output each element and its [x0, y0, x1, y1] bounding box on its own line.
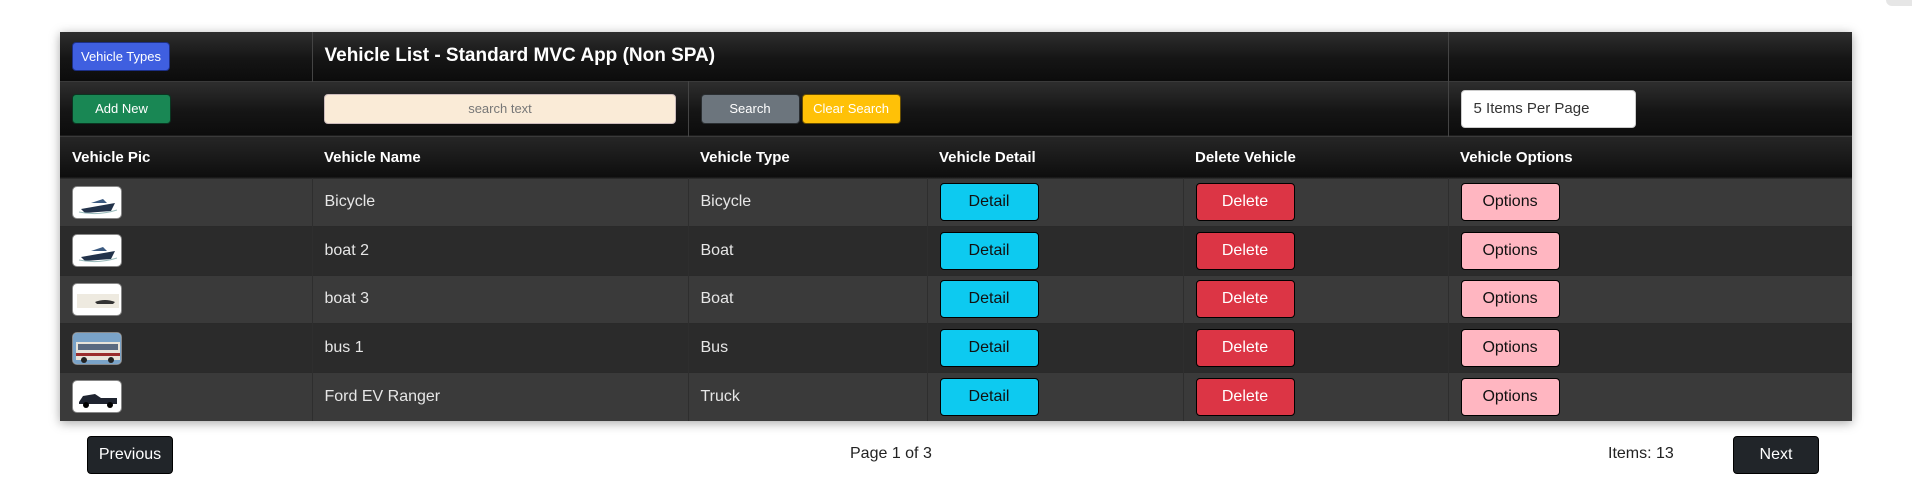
table-row: boat 2 Boat Detail Delete Options	[60, 226, 1853, 276]
bus-thumbnail[interactable]	[72, 331, 122, 365]
page-title: Vehicle List - Standard MVC App (Non SPA…	[324, 45, 716, 67]
options-button[interactable]: Options	[1460, 280, 1560, 319]
vehicle-table: Vehicle Types Vehicle List - Standard MV…	[60, 32, 1853, 421]
column-header-vehicle-detail: Vehicle Detail	[927, 135, 1183, 178]
options-button[interactable]: Options	[1460, 183, 1560, 222]
vehicle-name-cell: boat 3	[312, 274, 689, 324]
options-button[interactable]: Options	[1460, 377, 1560, 416]
toolbar: Add New SearchClear Search 5 Items Per P…	[60, 80, 1853, 136]
detail-button[interactable]: Detail	[939, 377, 1039, 416]
boat-thumbnail[interactable]	[72, 185, 122, 219]
vehicle-name-cell: Ford EV Ranger	[312, 371, 689, 421]
pagination-bar: Previous Page 1 of 3 Items: 13 Next	[0, 436, 1912, 476]
detail-button[interactable]: Detail	[939, 183, 1039, 222]
items-per-page-select[interactable]: 5 Items Per Page	[1460, 89, 1636, 128]
vehicle-type-cell: Boat	[688, 226, 928, 276]
vehicle-list-panel: Vehicle Types Vehicle List - Standard MV…	[60, 32, 1853, 421]
search-input[interactable]	[324, 93, 676, 124]
vehicle-type-cell: Bus	[688, 323, 928, 373]
table-row: Bicycle Bicycle Detail Delete Options	[60, 177, 1853, 227]
truck-thumbnail[interactable]	[72, 380, 122, 414]
column-header-vehicle-type: Vehicle Type	[688, 135, 927, 178]
detail-button[interactable]: Detail	[939, 231, 1039, 270]
search-button[interactable]: Search	[700, 93, 800, 124]
column-header-vehicle-options: Vehicle Options	[1448, 135, 1853, 178]
table-row: Ford EV Ranger Truck Detail Delete Optio…	[60, 371, 1853, 421]
vehicle-types-button[interactable]: Vehicle Types	[72, 41, 170, 71]
delete-button[interactable]: Delete	[1195, 183, 1295, 222]
column-header-vehicle-name: Vehicle Name	[312, 135, 688, 178]
vehicle-type-cell: Boat	[688, 274, 928, 324]
delete-button[interactable]: Delete	[1195, 280, 1295, 319]
vehicle-type-cell: Truck	[688, 371, 928, 421]
clear-search-button[interactable]: Clear Search	[801, 93, 901, 124]
items-count: Items: 13	[1608, 445, 1674, 462]
detail-button[interactable]: Detail	[939, 329, 1039, 368]
table-row: boat 3 Boat Detail Delete Options	[60, 274, 1853, 324]
detail-button[interactable]: Detail	[939, 280, 1039, 319]
scrollbar-hint	[1886, 0, 1912, 6]
page-indicator: Page 1 of 3	[850, 445, 932, 462]
delete-button[interactable]: Delete	[1195, 231, 1295, 270]
delete-button[interactable]: Delete	[1195, 329, 1295, 368]
vehicle-name-cell: boat 2	[312, 226, 689, 276]
delete-button[interactable]: Delete	[1195, 377, 1295, 416]
boat-thumbnail[interactable]	[72, 234, 122, 268]
table-header: Vehicle Pic Vehicle Name Vehicle Type Ve…	[60, 135, 1853, 178]
title-bar: Vehicle Types Vehicle List - Standard MV…	[60, 32, 1853, 81]
previous-button[interactable]: Previous	[87, 436, 173, 474]
vehicle-name-cell: Bicycle	[312, 177, 689, 227]
column-header-vehicle-pic: Vehicle Pic	[60, 135, 312, 178]
table-row: bus 1 Bus Detail Delete Options	[60, 323, 1853, 373]
options-button[interactable]: Options	[1460, 329, 1560, 368]
vehicle-name-cell: bus 1	[312, 323, 689, 373]
options-button[interactable]: Options	[1460, 231, 1560, 270]
next-button[interactable]: Next	[1733, 436, 1819, 474]
white-boat-thumbnail[interactable]	[72, 282, 122, 316]
vehicle-type-cell: Bicycle	[688, 177, 928, 227]
column-header-delete-vehicle: Delete Vehicle	[1183, 135, 1449, 178]
add-new-button[interactable]: Add New	[72, 93, 171, 124]
